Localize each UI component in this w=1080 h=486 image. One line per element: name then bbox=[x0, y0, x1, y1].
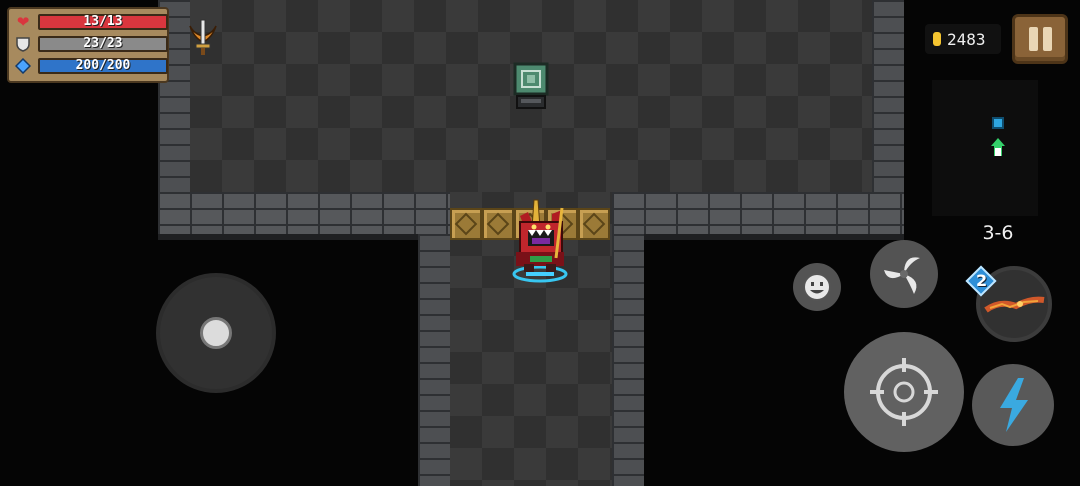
room-wall-right bbox=[872, 0, 904, 192]
emote-button[interactable] bbox=[793, 263, 841, 311]
coin-icon bbox=[933, 32, 941, 46]
virtual-joystick[interactable] bbox=[156, 273, 276, 393]
level-indicator: 3-6 bbox=[982, 222, 1014, 244]
pause-icon bbox=[1029, 27, 1038, 51]
gold-counter: 2483 bbox=[925, 24, 1001, 54]
gold-amount: 2483 bbox=[947, 30, 986, 49]
energy-row: 200/200 bbox=[14, 57, 168, 75]
energy-cost-value: 2 bbox=[976, 271, 988, 290]
armor-bar: 23/23 bbox=[38, 36, 168, 52]
energy-bar: 200/200 bbox=[38, 58, 168, 74]
stats-panel: ❤ 13/13 23/23 200/200 bbox=[7, 7, 169, 83]
joystick-knob[interactable] bbox=[200, 317, 232, 349]
energy-cost-badge: 2 bbox=[965, 265, 998, 297]
corridor-wall-left bbox=[418, 234, 450, 486]
health-bar: 13/13 bbox=[38, 14, 168, 30]
portal-pedestal[interactable] bbox=[513, 62, 549, 110]
special-skill-button[interactable] bbox=[972, 364, 1054, 446]
sword-buff-icon bbox=[184, 18, 222, 58]
crosshair-icon bbox=[870, 358, 938, 426]
heart-icon: ❤ bbox=[16, 13, 30, 31]
lightning-icon bbox=[1000, 378, 1028, 432]
whirlwind-icon bbox=[884, 257, 920, 294]
minimap-portal-marker bbox=[992, 117, 1004, 129]
diamond-icon bbox=[14, 57, 32, 75]
player-character bbox=[506, 198, 574, 284]
minimap[interactable] bbox=[932, 80, 1038, 216]
minimap-player-marker bbox=[991, 138, 1005, 156]
skill-button[interactable] bbox=[870, 240, 938, 308]
room-wall-bottom-left bbox=[158, 192, 450, 240]
corridor-wall-right bbox=[612, 234, 644, 486]
health-row: ❤ 13/13 bbox=[14, 13, 168, 31]
armor-row: 23/23 bbox=[14, 35, 168, 53]
room-wall-bottom-right bbox=[612, 192, 904, 240]
attack-button[interactable] bbox=[844, 332, 964, 452]
pause-button[interactable] bbox=[1012, 14, 1068, 64]
shield-icon bbox=[14, 36, 32, 52]
smiley-icon bbox=[803, 273, 831, 301]
